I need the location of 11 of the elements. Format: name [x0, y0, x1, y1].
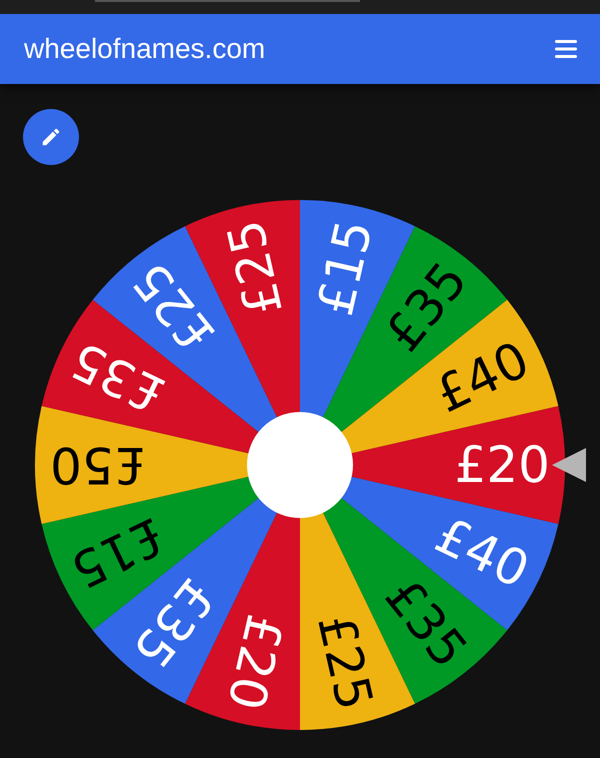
site-title: wheelofnames.com — [24, 33, 266, 65]
segment-label: £15 — [306, 214, 384, 321]
segment-label: £50 — [50, 436, 146, 494]
segment-label: £25 — [216, 214, 294, 321]
segment-label: £35 — [62, 330, 174, 424]
pointer-icon — [552, 448, 586, 482]
wheel-hub[interactable] — [247, 412, 353, 518]
pencil-icon — [40, 126, 62, 148]
menu-icon[interactable] — [555, 40, 577, 58]
segment-label: £20 — [216, 609, 294, 716]
segment-label: £20 — [454, 436, 550, 494]
